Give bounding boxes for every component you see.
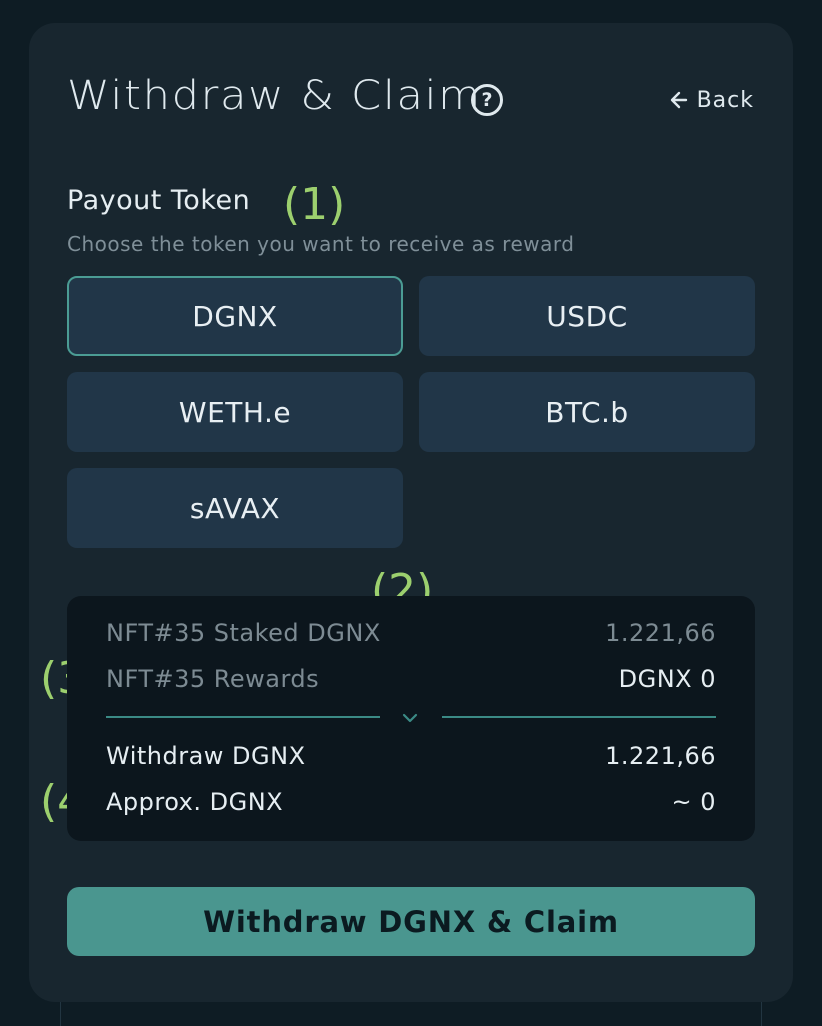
annotation-1: (1) bbox=[283, 179, 346, 230]
approx-value: ~ 0 bbox=[671, 788, 716, 816]
approx-row: Approx. DGNX ~ 0 bbox=[106, 785, 716, 819]
approx-label: Approx. DGNX bbox=[106, 788, 284, 816]
withdraw-claim-card: Withdraw & Claim ? Back Payout Token (1)… bbox=[29, 23, 793, 1002]
token-option-savax[interactable]: sAVAX bbox=[67, 468, 403, 548]
token-option-dgnx[interactable]: DGNX bbox=[67, 276, 403, 356]
staked-label: NFT#35 Staked DGNX bbox=[106, 619, 381, 647]
staked-row: NFT#35 Staked DGNX 1.221,66 bbox=[106, 616, 716, 650]
rewards-label: NFT#35 Rewards bbox=[106, 665, 320, 693]
back-button[interactable]: Back bbox=[669, 85, 754, 115]
payout-token-label: Payout Token bbox=[67, 185, 251, 216]
withdraw-row: Withdraw DGNX 1.221,66 bbox=[106, 739, 716, 773]
rewards-row: NFT#35 Rewards DGNX 0 bbox=[106, 662, 716, 696]
payout-token-subtitle: Choose the token you want to receive as … bbox=[67, 232, 575, 256]
summary-divider-left bbox=[106, 716, 380, 718]
back-label: Back bbox=[696, 87, 754, 113]
arrow-left-icon bbox=[670, 91, 687, 109]
page-title: Withdraw & Claim bbox=[67, 73, 482, 119]
withdraw-value: 1.221,66 bbox=[605, 742, 716, 770]
staked-value: 1.221,66 bbox=[605, 619, 716, 647]
summary-divider-right bbox=[442, 716, 716, 718]
token-option-btc-b[interactable]: BTC.b bbox=[419, 372, 755, 452]
token-option-weth-e[interactable]: WETH.e bbox=[67, 372, 403, 452]
withdraw-claim-button[interactable]: Withdraw DGNX & Claim bbox=[67, 887, 755, 956]
background-frame bbox=[60, 1000, 762, 1026]
token-option-usdc[interactable]: USDC bbox=[419, 276, 755, 356]
rewards-value: DGNX 0 bbox=[618, 665, 716, 693]
withdraw-label: Withdraw DGNX bbox=[106, 742, 306, 770]
help-icon[interactable]: ? bbox=[471, 84, 503, 116]
chevron-down-icon bbox=[402, 713, 418, 723]
